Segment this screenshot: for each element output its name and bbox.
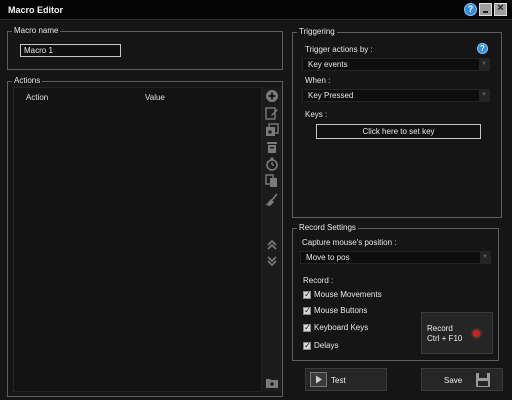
test-button[interactable]: Test [305,368,387,391]
chevron-down-icon: ▼ [480,252,490,263]
edit-action-icon[interactable] [265,106,279,120]
title-bar: Macro Editor ? × [0,0,512,20]
checkmark-icon: ✓ [304,290,311,299]
when-value: Key Pressed [308,91,354,100]
minimize-button[interactable] [479,3,492,16]
record-label: Record : [303,276,334,285]
test-button-label: Test [331,376,346,385]
trigger-by-label: Trigger actions by : [305,45,373,54]
actions-legend: Actions [12,76,43,86]
set-key-button[interactable]: Click here to set key [316,124,481,139]
checkbox[interactable]: ✓ [303,341,311,350]
keys-label: Keys : [305,110,328,119]
chevron-down-icon: ▼ [479,90,489,101]
save-button-label: Save [444,376,463,385]
save-button[interactable]: Save [421,368,503,391]
trigger-by-value: Key events [308,60,348,69]
macro-name-input[interactable]: Macro 1 [20,44,121,57]
record-settings-legend: Record Settings [297,223,358,233]
when-label: When : [305,76,331,85]
trigger-by-dropdown[interactable]: Key events ▼ [302,58,490,71]
clear-broom-icon[interactable] [265,193,279,207]
capture-position-label: Capture mouse's position : [302,238,397,247]
capture-position-dropdown[interactable]: Move to pos ▼ [300,251,491,264]
checkmark-icon: ✓ [304,323,311,332]
close-button[interactable]: × [494,2,507,16]
add-action-icon[interactable] [265,89,279,103]
record-dot-icon [474,331,479,336]
record-button[interactable]: Record Ctrl + F10 [421,312,493,354]
macro-name-legend: Macro name [12,26,61,36]
checkbox[interactable]: ✓ [303,306,311,315]
window-title: Macro Editor [8,5,64,15]
triggering-help-icon[interactable]: ? [477,43,488,54]
checkmark-icon: ✓ [304,341,311,350]
record-button-label: Record [427,324,453,333]
checkbox[interactable]: ✓ [303,323,311,332]
column-header-action[interactable]: Action [26,93,48,102]
copy-action-icon[interactable] [265,174,279,188]
minimize-icon [483,11,488,13]
help-icon[interactable]: ? [464,3,477,16]
when-dropdown[interactable]: Key Pressed ▼ [302,89,490,102]
insert-action-icon[interactable] [265,123,279,137]
move-down-icon[interactable] [265,254,279,268]
delay-timer-icon[interactable] [265,157,279,171]
move-up-icon[interactable] [265,238,279,252]
floppy-disk-icon [476,373,490,387]
checkbox[interactable]: ✓ [303,290,311,299]
capture-position-value: Move to pos [306,253,350,262]
actions-list[interactable] [13,87,262,392]
folder-add-icon[interactable] [265,376,279,390]
play-icon [310,372,327,387]
chevron-down-icon: ▼ [479,59,489,70]
column-header-value[interactable]: Value [145,93,165,102]
checkmark-icon: ✓ [304,306,311,315]
close-icon: × [497,2,504,14]
delete-action-icon[interactable] [265,140,279,154]
triggering-legend: Triggering [297,27,337,37]
record-shortcut-label: Ctrl + F10 [427,334,463,343]
